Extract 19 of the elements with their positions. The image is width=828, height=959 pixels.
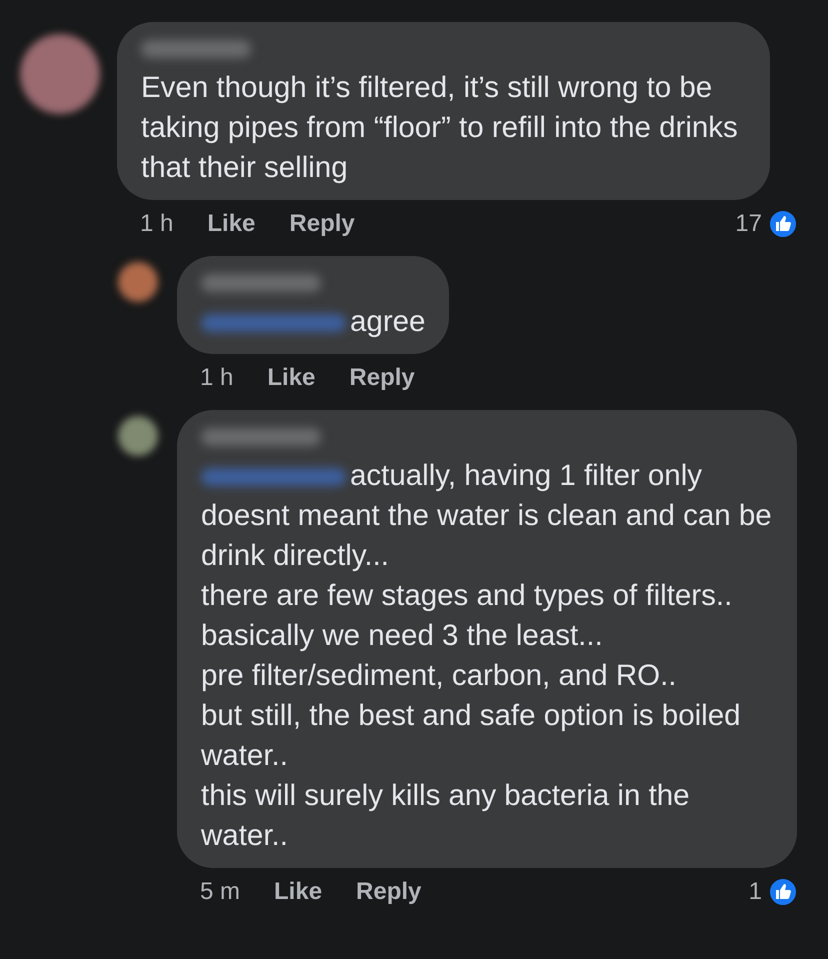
like-icon [768, 877, 798, 907]
like-link[interactable]: Like [274, 878, 322, 906]
comment-time: 1 h [140, 210, 174, 238]
reply-link[interactable]: Reply [356, 878, 422, 906]
like-icon [768, 209, 798, 239]
comment-time: 1 h [200, 364, 234, 392]
like-link[interactable]: Like [207, 210, 256, 238]
comment-time: 5 m [200, 878, 240, 906]
reply-link[interactable]: Reply [289, 210, 355, 238]
avatar[interactable] [20, 34, 100, 114]
avatar[interactable] [118, 416, 158, 456]
reply-link[interactable]: Reply [349, 364, 415, 392]
like-link[interactable]: Like [267, 364, 316, 392]
comment-text: Even though it’s filtered, it’s still wrong to be taking pipes from “floor” to refill into the drinks that their selling [141, 70, 739, 186]
comment-text: agree [201, 302, 426, 342]
reaction-count: 17 [735, 210, 762, 238]
reaction-count: 1 [748, 878, 762, 906]
comment-text: actually, having 1 filter only doesnt meant the water is clean and can be drink directly... there are few stages and types of filters.. basically we need 3 the least... pre filter/sediment, carbon, and RO.. but still, the best and safe option is boiled water.. this will surely kills any bacteria in the water.. [201, 458, 773, 854]
avatar[interactable] [118, 262, 158, 302]
